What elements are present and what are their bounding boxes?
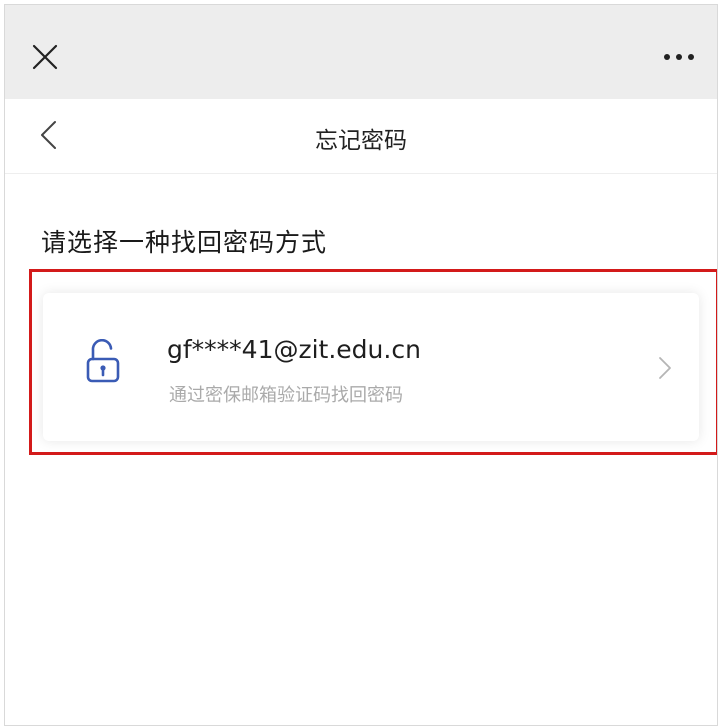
page-title: 忘记密码 <box>315 128 407 154</box>
recovery-option-email[interactable]: gf****41@zit.edu.cn 通过密保邮箱验证码找回密码 <box>43 293 699 441</box>
more-horizontal-icon[interactable] <box>661 45 697 69</box>
section-title: 请选择一种找回密码方式 <box>41 228 328 257</box>
close-button[interactable] <box>29 41 61 73</box>
recovery-description: 通过密保邮箱验证码找回密码 <box>169 385 403 406</box>
nav-bar: 忘记密码 <box>5 99 717 174</box>
chevron-right-icon <box>659 357 671 379</box>
app-frame: 忘记密码 请选择一种找回密码方式 gf****41@zit.edu.cn 通过密… <box>4 4 718 726</box>
close-icon[interactable] <box>29 41 61 73</box>
top-bar <box>5 5 717 99</box>
more-button[interactable] <box>661 45 697 69</box>
recovery-email: gf****41@zit.edu.cn <box>167 335 421 364</box>
lock-icon <box>86 339 120 383</box>
